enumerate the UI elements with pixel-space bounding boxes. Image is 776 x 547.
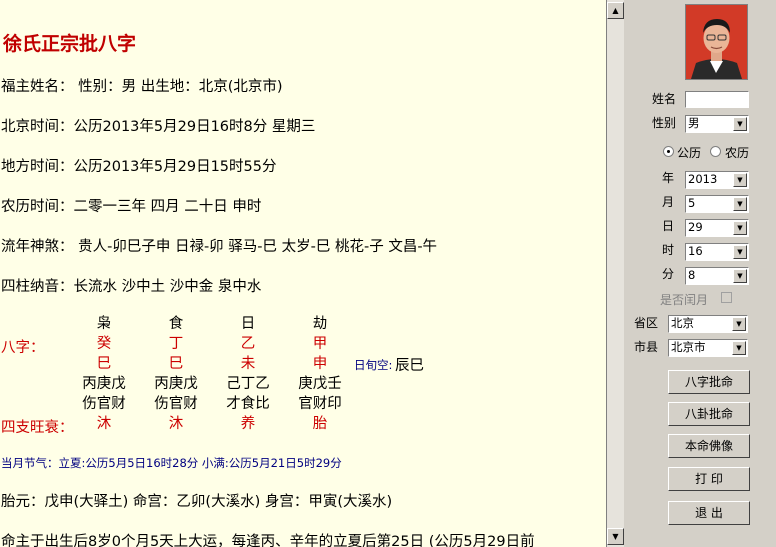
- chevron-down-icon[interactable]: ▼: [733, 173, 747, 187]
- dayun-line: 命主于出生后8岁0个月5天上大运，每逢丙、辛年的立夏后第25日 (公历5月29日…: [1, 534, 535, 547]
- leap-month-checkbox[interactable]: [721, 292, 732, 303]
- minute-label: 分: [661, 267, 674, 281]
- reading-content: 徐氏正宗批八字 福主姓名： 性别：男 出生地：北京(北京市) 北京时间：公历20…: [0, 0, 607, 547]
- chevron-down-icon[interactable]: ▼: [733, 269, 747, 283]
- lunar-radio[interactable]: [710, 146, 721, 157]
- hour-label: 时: [661, 243, 674, 257]
- gender-value: 男: [688, 116, 700, 130]
- page-title: 徐氏正宗批八字: [3, 33, 137, 55]
- county-label: 市县: [634, 340, 659, 354]
- shensha-line: 流年神煞： 贵人-卯巳子申 日禄-卯 驿马-巳 太岁-巳 桃花-子 文昌-午: [1, 239, 438, 255]
- pillar-month: 食 丁 巳 丙庚戊 伤官财 沐: [154, 314, 198, 434]
- solar-radio[interactable]: [663, 146, 674, 157]
- hidden-stems: 丙庚戊: [82, 376, 126, 392]
- name-input[interactable]: [685, 91, 749, 108]
- nayin-line: 四柱纳音：长流水 沙中土 沙中金 泉中水: [1, 279, 262, 295]
- chevron-down-icon[interactable]: ▼: [733, 221, 747, 235]
- pillar-year: 枭 癸 巳 丙庚戊 伤官财 沐: [82, 314, 126, 434]
- chevron-down-icon[interactable]: ▼: [732, 341, 746, 355]
- pillar-hour: 劫 甲 申 庚戊壬 官财印 胎: [298, 314, 342, 434]
- ten-god: 食: [168, 316, 184, 332]
- province-select[interactable]: 北京 ▼: [668, 315, 748, 333]
- minute-value: 8: [688, 268, 696, 282]
- owner-line: 福主姓名： 性别：男 出生地：北京(北京市): [1, 79, 283, 95]
- vertical-scrollbar[interactable]: ▲ ▼: [607, 0, 624, 547]
- month-label: 月: [661, 195, 674, 209]
- province-label: 省区: [634, 316, 659, 330]
- hidden-gods: 官财印: [298, 396, 342, 412]
- state: 胎: [312, 416, 328, 432]
- leap-month-label: 是否闰月: [660, 293, 709, 307]
- state: 沐: [168, 416, 184, 432]
- county-select[interactable]: 北京市 ▼: [668, 339, 748, 357]
- scroll-up-button[interactable]: ▲: [607, 2, 624, 19]
- branch: 巳: [168, 356, 184, 372]
- bazi-reading-button[interactable]: 八字批命: [668, 370, 750, 394]
- day-label: 日: [661, 219, 674, 233]
- avatar: [685, 4, 748, 80]
- lunar-radio-label: 农历: [725, 146, 750, 160]
- ten-god: 枭: [96, 316, 112, 332]
- year-select[interactable]: 2013 ▼: [685, 171, 749, 189]
- gender-label: 性别: [651, 116, 676, 130]
- chevron-down-icon[interactable]: ▼: [733, 197, 747, 211]
- branch: 未: [240, 356, 256, 372]
- stem: 癸: [96, 336, 112, 352]
- day-value: 29: [688, 220, 703, 234]
- wangshuai-label: 四支旺衰：: [1, 420, 74, 436]
- local-time-line: 地方时间：公历2013年5月29日15时55分: [1, 159, 277, 175]
- hidden-gods: 伤官财: [82, 396, 126, 412]
- hidden-stems: 丙庚戊: [154, 376, 198, 392]
- hidden-stems: 庚戊壬: [298, 376, 342, 392]
- exit-button[interactable]: 退 出: [668, 501, 750, 525]
- bagua-reading-button[interactable]: 八卦批命: [668, 402, 750, 426]
- hidden-gods: 才食比: [226, 396, 270, 412]
- hour-select[interactable]: 16 ▼: [685, 243, 749, 261]
- year-label: 年: [661, 171, 674, 185]
- month-select[interactable]: 5 ▼: [685, 195, 749, 213]
- chevron-down-icon[interactable]: ▼: [733, 245, 747, 259]
- lunar-time-line: 农历时间：二零一三年 四月 二十日 申时: [1, 199, 262, 215]
- stem: 丁: [168, 336, 184, 352]
- hidden-stems: 己丁乙: [226, 376, 270, 392]
- hidden-gods: 伤官财: [154, 396, 198, 412]
- hour-value: 16: [688, 244, 703, 258]
- buddha-image-button[interactable]: 本命佛像: [668, 434, 750, 458]
- month-value: 5: [688, 196, 696, 210]
- state: 养: [240, 416, 256, 432]
- bazi-label: 八字：: [1, 340, 45, 356]
- branch: 申: [312, 356, 328, 372]
- name-label: 姓名: [651, 92, 676, 106]
- county-value: 北京市: [671, 340, 706, 354]
- jieqi-line: 当月节气：立夏:公历5月5日16时28分 小满:公历5月21日5时29分: [1, 456, 342, 470]
- chevron-down-icon[interactable]: ▼: [732, 317, 746, 331]
- print-button[interactable]: 打 印: [668, 467, 750, 491]
- xunkong-value: 辰巳: [395, 358, 424, 374]
- beijing-time-line: 北京时间：公历2013年5月29日16时8分 星期三: [1, 119, 316, 135]
- solar-radio-label: 公历: [677, 146, 702, 160]
- stem: 乙: [240, 336, 256, 352]
- ten-god: 日: [240, 316, 256, 332]
- xunkong-label: 日旬空:: [354, 358, 393, 372]
- scroll-down-button[interactable]: ▼: [607, 528, 624, 545]
- pillar-day: 日 乙 未 己丁乙 才食比 养: [226, 314, 270, 434]
- branch: 巳: [96, 356, 112, 372]
- gender-select[interactable]: 男 ▼: [685, 115, 749, 133]
- minute-select[interactable]: 8 ▼: [685, 267, 749, 285]
- ten-god: 劫: [312, 316, 328, 332]
- taiyuan-line: 胎元：戊申(大驿土) 命宫：乙卯(大溪水) 身宫：甲寅(大溪水): [1, 494, 393, 510]
- chevron-down-icon[interactable]: ▼: [733, 117, 747, 131]
- year-value: 2013: [688, 172, 718, 186]
- state: 沐: [96, 416, 112, 432]
- day-select[interactable]: 29 ▼: [685, 219, 749, 237]
- province-value: 北京: [671, 316, 694, 330]
- stem: 甲: [312, 336, 328, 352]
